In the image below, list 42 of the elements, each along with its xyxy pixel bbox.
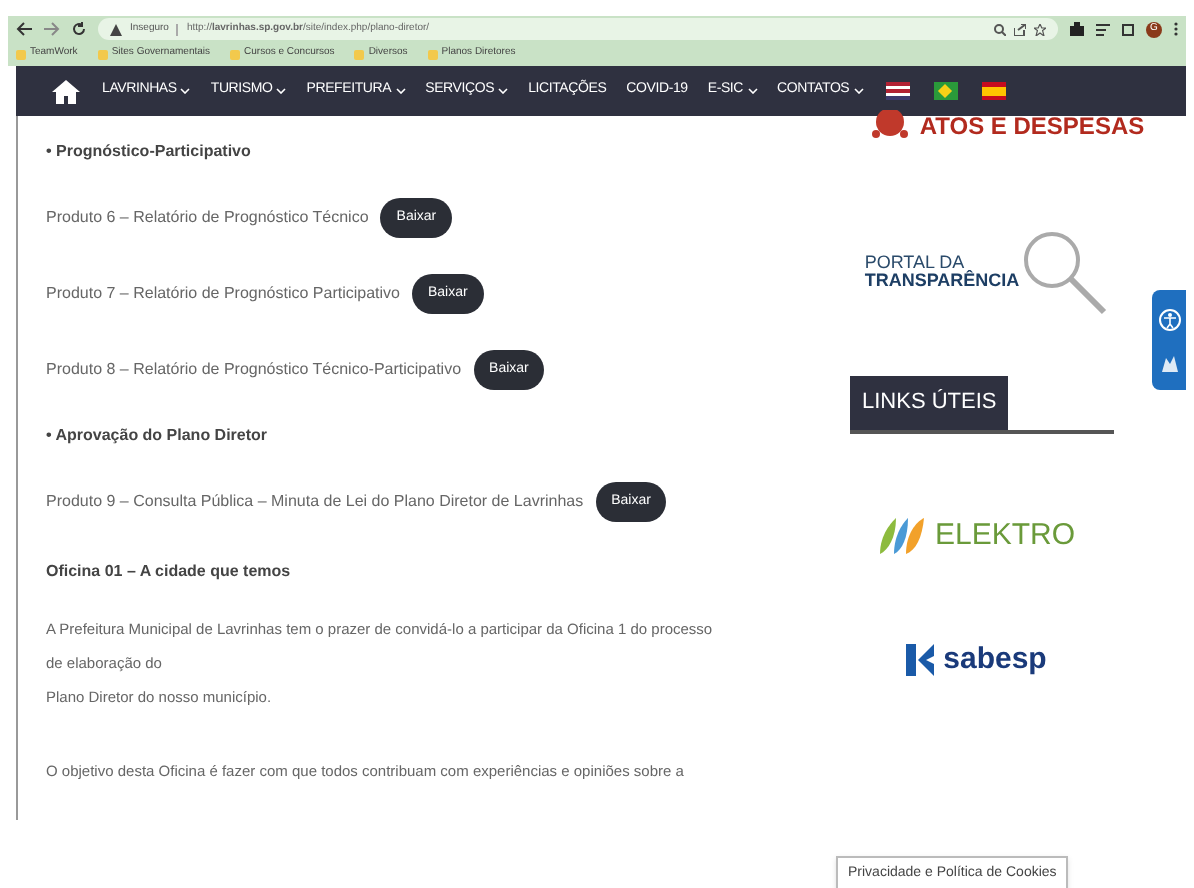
virus-icon (867, 110, 912, 142)
sabesp-logo-text[interactable]: sabesp (943, 638, 1047, 683)
accessibility-icon (1157, 307, 1181, 331)
br-flag-icon[interactable] (933, 82, 958, 100)
back-icon[interactable] (16, 22, 32, 36)
zoom-icon[interactable] (994, 23, 1006, 35)
us-flag-icon[interactable] (885, 82, 910, 100)
portal-label[interactable]: PORTAL DA (864, 254, 1020, 272)
chevron-down-icon[interactable] (276, 88, 287, 94)
chevron-down-icon[interactable] (853, 88, 864, 94)
product-text: Produto 6 – Relatório de Prognóstico Técnico (46, 206, 369, 230)
accessibility-widget[interactable] (1152, 290, 1186, 390)
reading-list-icon[interactable] (1096, 23, 1110, 35)
reload-icon[interactable] (72, 22, 86, 36)
chevron-down-icon[interactable] (180, 88, 191, 94)
chevron-down-icon[interactable] (395, 88, 406, 94)
product-text: Produto 9 – Consulta Pública – Minuta de Lei do Plano Diretor de Lavrinhas (46, 490, 584, 514)
forward-icon[interactable] (44, 22, 60, 36)
product-text: Produto 8 – Relatório de Prognóstico Técnico-Participativo (46, 358, 462, 382)
folder-icon (16, 49, 26, 59)
warning-icon (110, 23, 122, 35)
star-icon[interactable] (1034, 23, 1046, 35)
share-icon[interactable] (1014, 23, 1026, 35)
side-panel-icon[interactable] (1122, 23, 1134, 35)
atos-despesas-banner[interactable]: ATOS E DESPESAS (919, 108, 1145, 144)
folder-icon (97, 49, 108, 59)
sabesp-logo-icon (905, 644, 938, 677)
folder-icon (230, 49, 241, 59)
leaf-logo-icon (876, 513, 929, 558)
product-text: Produto 7 – Relatório de Prognóstico Participativo (46, 282, 400, 306)
links-heading: LINKS ÚTEIS (850, 376, 1009, 429)
magnifier-icon (1019, 228, 1108, 316)
folder-icon (427, 49, 438, 59)
es-flag-icon[interactable] (981, 82, 1006, 100)
section-heading: • Prognóstico-Participativo (46, 140, 253, 164)
section-title: Oficina 01 – A cidade que temos (46, 560, 293, 584)
folder-icon (354, 49, 365, 59)
portal-title[interactable]: TRANSPARÊNCIA (864, 272, 1020, 290)
home-icon[interactable] (52, 79, 80, 103)
chevron-down-icon[interactable] (498, 88, 509, 94)
chevron-down-icon[interactable] (747, 88, 758, 94)
section-heading: • Aprovação do Plano Diretor (46, 424, 270, 448)
